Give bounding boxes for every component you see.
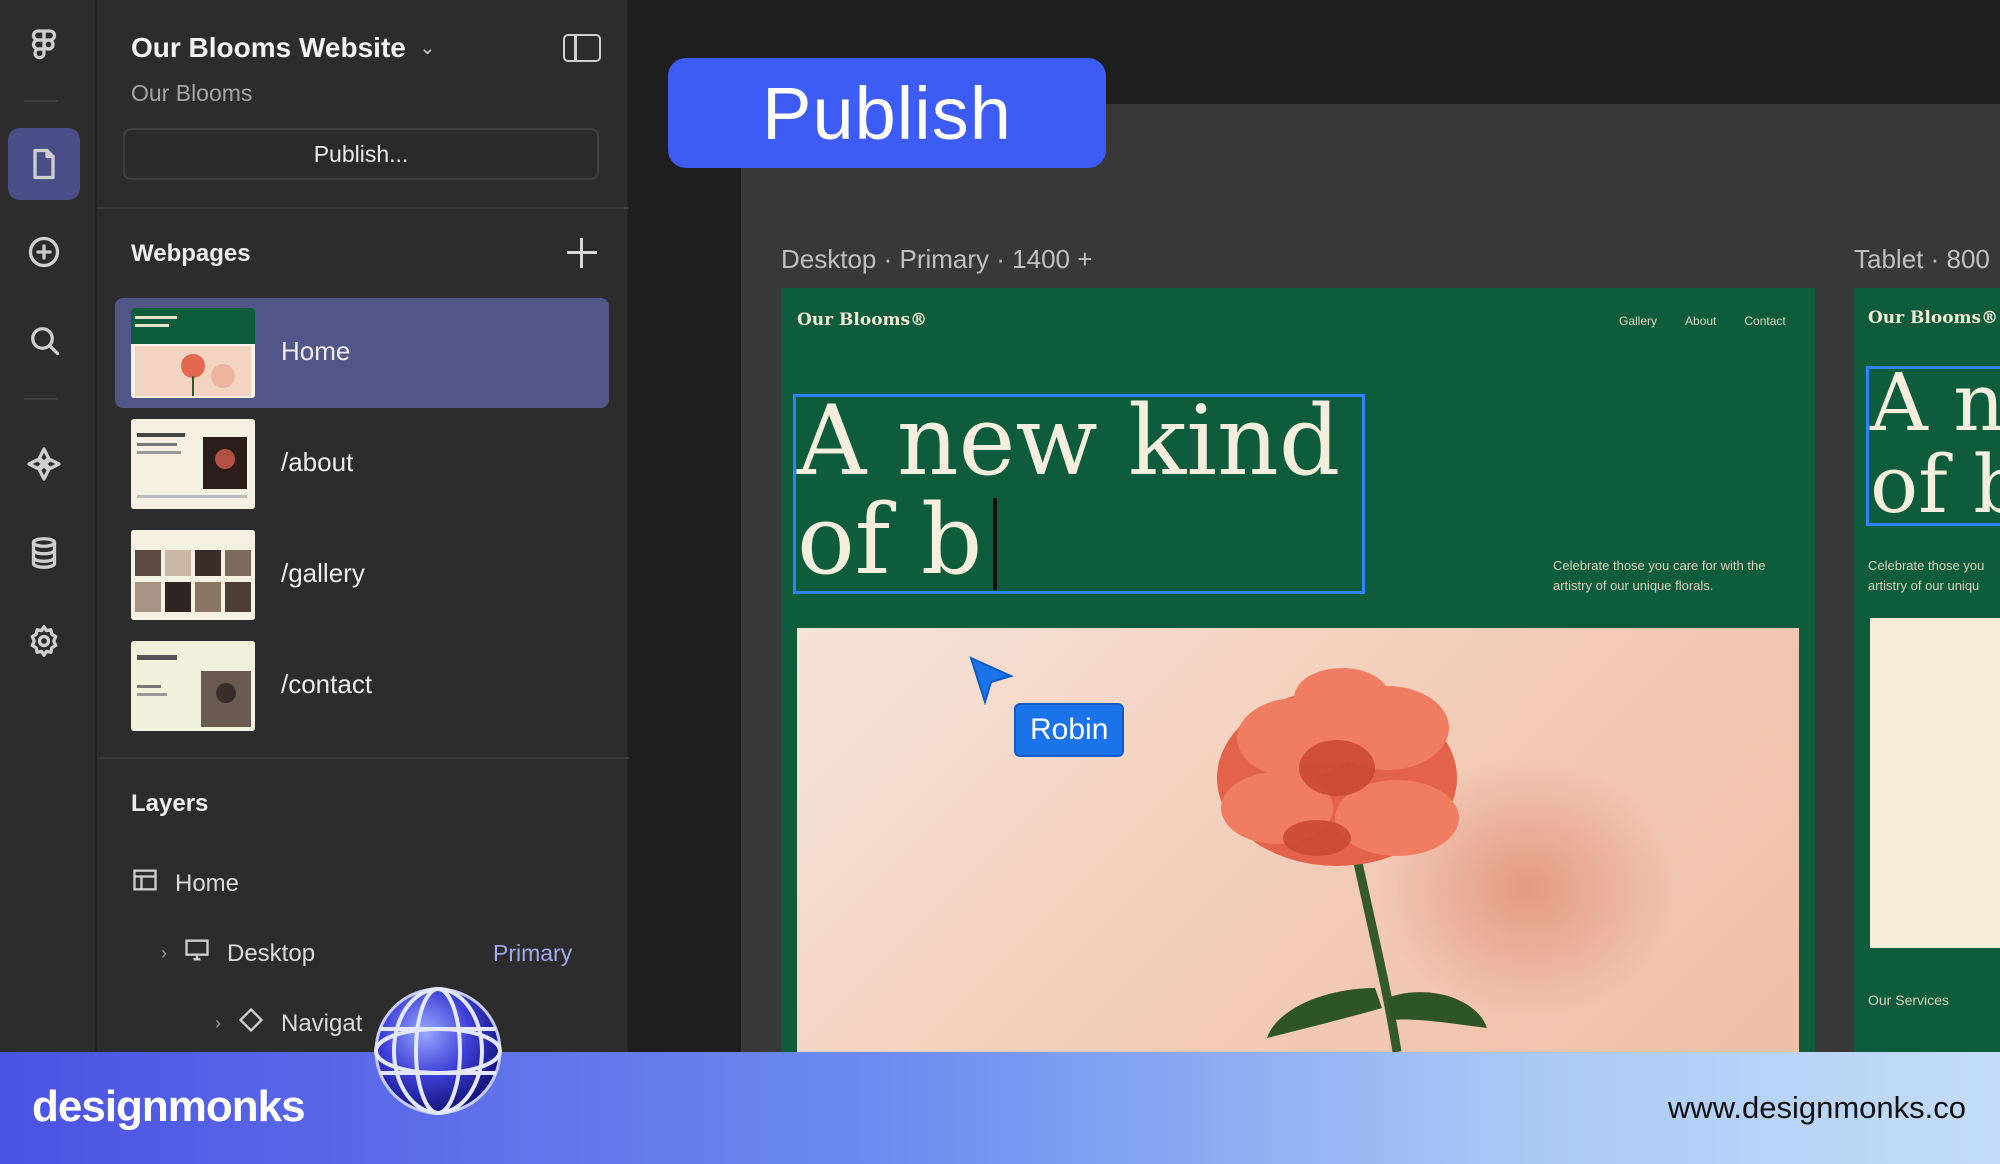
sidebar-toggle-icon[interactable] — [563, 34, 601, 62]
tablet-tagline-line-1: Celebrate those you — [1868, 558, 1985, 573]
collaborator-name-tag: Robin — [1014, 703, 1125, 757]
page-row-contact[interactable]: /contact — [115, 631, 609, 741]
hero-image[interactable] — [797, 628, 1799, 1052]
page-row-about[interactable]: /about — [115, 409, 609, 519]
site-switcher[interactable]: Our Blooms Website ⌄ — [131, 32, 435, 64]
components-icon[interactable] — [8, 428, 80, 500]
nav-about[interactable]: About — [1685, 314, 1716, 328]
add-page-icon[interactable] — [567, 238, 597, 268]
icon-rail — [0, 0, 97, 1052]
tablet-tagline-line-2: artistry of our uniqu — [1868, 578, 1980, 594]
hero-line-1: A new kind — [797, 385, 1341, 497]
figma-logo-icon[interactable] — [8, 10, 80, 82]
chevron-right-icon[interactable]: › — [215, 1013, 221, 1034]
tagline-line-2: artistry of our unique florals. — [1553, 578, 1714, 594]
page-thumbnail — [131, 530, 255, 620]
site-nav: Gallery About Contact — [1619, 314, 1786, 328]
page-label: /contact — [281, 669, 373, 699]
page-thumbnail — [131, 641, 255, 731]
search-icon[interactable] — [8, 304, 80, 376]
page-label: Home — [281, 336, 351, 366]
page-layer-icon — [131, 866, 159, 901]
add-icon[interactable] — [8, 216, 80, 288]
component-instance-icon — [237, 1006, 265, 1041]
site-subtitle: Our Blooms — [131, 80, 253, 106]
pages-icon[interactable] — [8, 128, 80, 200]
collaborator-cursor-icon — [969, 656, 1014, 706]
brand-logo: designmonks — [32, 1082, 306, 1131]
tablet-services-heading: Our Services — [1868, 992, 1949, 1008]
site-logo: Our Blooms® — [797, 310, 928, 330]
publish-button[interactable]: Publish... — [123, 128, 599, 180]
primary-tag: Primary — [493, 940, 573, 966]
desktop-frame-label[interactable]: Desktop · Primary · 1400 + — [781, 244, 1092, 275]
page-label: /about — [281, 447, 354, 477]
tablet-frame-label[interactable]: Tablet · 800 — [1854, 244, 1990, 275]
database-icon[interactable] — [8, 517, 80, 589]
desktop-icon — [183, 936, 211, 971]
chevron-right-icon[interactable]: › — [161, 943, 167, 964]
layer-navigation[interactable]: › Navigat — [215, 1006, 362, 1041]
layer-label: Navigat — [281, 1009, 363, 1037]
page-row-gallery[interactable]: /gallery — [115, 520, 609, 630]
tablet-hero-line-1: A n — [1870, 356, 2000, 449]
divider — [97, 207, 629, 209]
rail-divider — [24, 100, 58, 102]
webpages-heading: Webpages — [131, 240, 251, 267]
hero-line-2: of b — [797, 483, 983, 596]
footer-banner: designmonks www.designmonks.co — [0, 1052, 2000, 1164]
layer-home[interactable]: Home — [131, 866, 239, 901]
tablet-hero-line-2: of b — [1870, 438, 2000, 532]
publish-badge[interactable]: Publish — [668, 58, 1106, 168]
tablet-hero-image — [1870, 618, 2000, 948]
tablet-frame[interactable]: Our Blooms® A n of b Celebrate those you… — [1854, 288, 2000, 1052]
layers-heading: Layers — [131, 790, 209, 817]
layer-label: Desktop — [227, 939, 316, 967]
site-panel: Our Blooms Website ⌄ Our Blooms Publish.… — [97, 0, 629, 1052]
brand-url: www.designmonks.co — [1667, 1090, 1966, 1125]
hero-heading[interactable]: A new kind of b — [797, 392, 1340, 590]
desktop-frame[interactable]: Our Blooms® Gallery About Contact A new … — [781, 288, 1815, 1052]
layer-label: Home — [175, 869, 240, 897]
chevron-down-icon: ⌄ — [419, 37, 435, 58]
tablet-site-logo: Our Blooms® — [1868, 308, 1999, 328]
globe-icon — [374, 987, 502, 1115]
page-thumbnail — [131, 419, 255, 509]
nav-gallery[interactable]: Gallery — [1619, 314, 1657, 328]
site-title: Our Blooms Website — [131, 32, 406, 63]
settings-icon[interactable] — [8, 605, 80, 677]
page-label: /gallery — [281, 558, 365, 588]
nav-contact[interactable]: Contact — [1744, 314, 1785, 328]
layer-desktop[interactable]: › Desktop — [161, 936, 315, 971]
divider — [97, 757, 629, 759]
page-row-home[interactable]: Home — [115, 298, 609, 408]
tablet-tagline: Celebrate those you artistry of our uniq… — [1868, 556, 1984, 596]
site-tagline: Celebrate those you care for with the ar… — [1553, 556, 1765, 596]
rail-divider — [24, 398, 58, 400]
tablet-hero-heading: A n of b — [1870, 356, 2000, 532]
text-caret — [993, 498, 997, 590]
tagline-line-1: Celebrate those you care for with the — [1553, 558, 1766, 573]
page-thumbnail — [131, 308, 255, 398]
